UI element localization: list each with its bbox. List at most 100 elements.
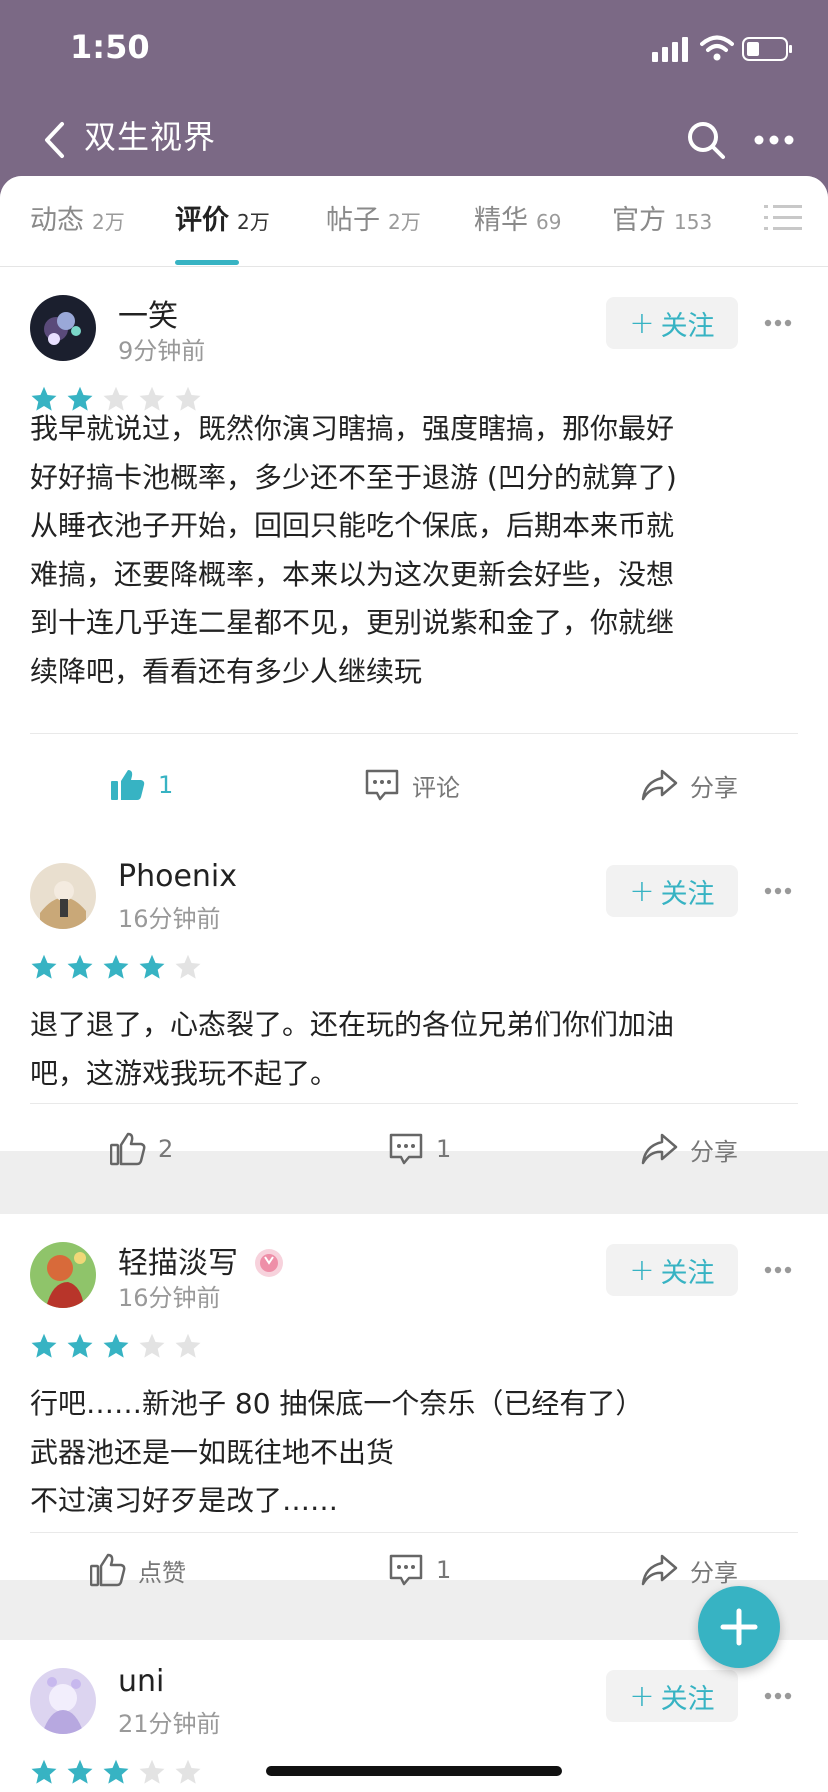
share-label: 分享	[690, 773, 738, 802]
timestamp: 9分钟前	[118, 337, 206, 365]
tab-label: 动态	[30, 205, 84, 236]
tab-reviews[interactable]: 评价 2万	[175, 198, 270, 248]
tab-featured[interactable]: 精华 69	[474, 198, 561, 248]
star-filled-icon	[31, 1759, 57, 1784]
avatar[interactable]	[30, 295, 96, 361]
share-icon	[641, 1133, 678, 1165]
star-filled-icon	[31, 1333, 57, 1358]
review-text: 退了退了，心态裂了。还在玩的各位兄弟们你们加油 吧，这游戏我玩不起了。	[30, 1008, 675, 1090]
follow-label: 关注	[660, 1683, 715, 1715]
star-filled-icon	[31, 954, 57, 979]
review-text: 我早就说过，既然你演习瞎搞，强度瞎搞，那你最好 好好搞卡池概率，多少还不至于退游…	[30, 412, 677, 688]
comment-button[interactable]: 评论	[364, 761, 460, 809]
comment-icon	[389, 1554, 423, 1586]
tab-count: 2万	[388, 210, 421, 234]
back-icon	[45, 122, 64, 158]
share-icon	[641, 769, 678, 801]
tab-dynamic[interactable]: 动态 2万	[30, 198, 125, 248]
plus-icon: +	[629, 305, 655, 341]
thumbs-up-icon	[111, 770, 145, 800]
share-icon	[641, 1554, 678, 1586]
status-bar: 1:50	[0, 0, 828, 100]
star-empty-icon	[139, 1333, 165, 1358]
comment-icon	[389, 1133, 423, 1165]
signal-icon	[652, 37, 688, 62]
avatar[interactable]	[30, 1242, 96, 1308]
review-card: 轻描淡写 16分钟前 + 关注 行吧……新池子 80 抽保底一个奈乐（已经有了）…	[0, 1214, 828, 1587]
follow-label: 关注	[660, 1257, 715, 1289]
star-rating	[30, 1332, 210, 1362]
back-button[interactable]	[26, 110, 82, 170]
star-filled-icon	[67, 1759, 93, 1784]
star-filled-icon	[67, 1333, 93, 1358]
review-card: Phoenix 16分钟前 + 关注 退了退了，心态裂了。还在玩的各位兄弟们你们…	[0, 835, 828, 1166]
tab-label: 精华	[474, 205, 528, 236]
card-more-button[interactable]	[758, 873, 798, 909]
avatar[interactable]	[30, 863, 96, 929]
star-filled-icon	[67, 954, 93, 979]
username[interactable]: 轻描淡写	[118, 1238, 238, 1282]
list-icon[interactable]	[764, 202, 802, 234]
username[interactable]: Phoenix	[118, 859, 237, 894]
tab-label: 官方	[612, 205, 666, 236]
tab-count: 69	[536, 210, 562, 234]
comment-icon	[365, 769, 399, 801]
username[interactable]: 一笑	[118, 291, 178, 335]
follow-button[interactable]: + 关注	[606, 865, 738, 917]
share-button[interactable]: 分享	[640, 1125, 738, 1173]
comment-count: 1	[436, 1556, 452, 1584]
like-count: 2	[158, 1135, 174, 1163]
follow-label: 关注	[660, 878, 715, 910]
divider	[30, 1103, 798, 1104]
search-button[interactable]	[680, 110, 732, 170]
card-more-button[interactable]	[758, 1678, 798, 1714]
home-indicator	[266, 1766, 562, 1776]
create-post-button[interactable]	[698, 1586, 780, 1668]
plus-icon	[720, 1608, 758, 1646]
tab-count: 2万	[92, 210, 125, 234]
star-filled-icon	[103, 1759, 129, 1784]
like-button[interactable]: 1	[110, 761, 173, 809]
more-icon	[764, 319, 792, 327]
like-button[interactable]: 2	[110, 1125, 173, 1173]
star-filled-icon	[139, 954, 165, 979]
search-icon	[688, 122, 725, 159]
active-tab-indicator	[175, 260, 239, 265]
more-icon	[764, 1266, 792, 1274]
divider	[30, 733, 798, 734]
comment-button[interactable]: 1	[388, 1125, 451, 1173]
star-empty-icon	[175, 954, 201, 979]
plus-icon: +	[629, 1252, 655, 1288]
battery-icon	[742, 37, 792, 61]
follow-button[interactable]: + 关注	[606, 297, 738, 349]
tab-label: 帖子	[326, 205, 380, 236]
more-options-button[interactable]	[748, 110, 800, 170]
card-more-button[interactable]	[758, 1252, 798, 1288]
status-time: 1:50	[70, 28, 150, 66]
thumbs-up-icon	[110, 1132, 146, 1166]
timestamp: 21分钟前	[118, 1710, 221, 1738]
tab-count: 2万	[237, 210, 270, 234]
like-button[interactable]: 点赞	[90, 1546, 186, 1594]
username[interactable]: uni	[118, 1664, 164, 1699]
follow-button[interactable]: + 关注	[606, 1670, 738, 1722]
follow-button[interactable]: + 关注	[606, 1244, 738, 1296]
more-icon	[754, 135, 794, 145]
timestamp: 16分钟前	[118, 1284, 221, 1312]
comment-button[interactable]: 1	[388, 1546, 451, 1594]
tab-official[interactable]: 官方 153	[612, 198, 712, 248]
share-label: 分享	[690, 1137, 738, 1166]
avatar[interactable]	[30, 1668, 96, 1734]
star-filled-icon	[103, 954, 129, 979]
user-badge-icon	[255, 1249, 283, 1277]
more-icon	[764, 1692, 792, 1700]
card-more-button[interactable]	[758, 305, 798, 341]
thumbs-up-icon	[90, 1553, 126, 1587]
share-button[interactable]: 分享	[640, 1546, 738, 1594]
review-text: 行吧……新池子 80 抽保底一个奈乐（已经有了） 武器池还是一如既往地不出货 不…	[30, 1387, 644, 1517]
tab-bar: 动态 2万 评价 2万 帖子 2万 精华 69 官方 153	[0, 176, 828, 267]
share-label: 分享	[690, 1558, 738, 1587]
star-empty-icon	[175, 1759, 201, 1784]
share-button[interactable]: 分享	[640, 761, 738, 809]
tab-posts[interactable]: 帖子 2万	[326, 198, 421, 248]
